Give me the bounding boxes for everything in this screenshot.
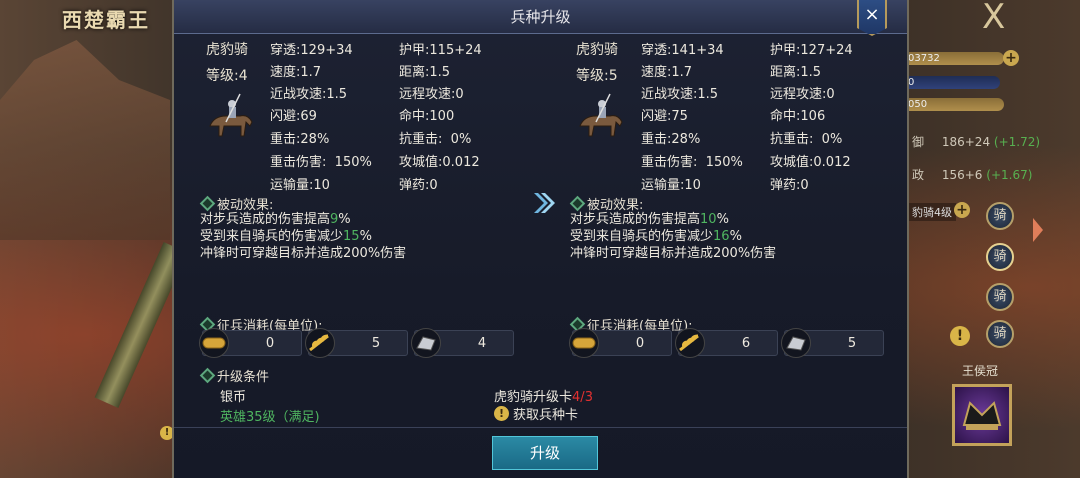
add-icon[interactable]: +	[1003, 50, 1019, 66]
cavalry-slot-icon[interactable]: 骑	[986, 243, 1014, 271]
stat-transport: 运输量:10	[270, 178, 330, 193]
gold-ingot-icon	[569, 328, 599, 358]
dialog-title: 兵种升级	[174, 0, 907, 34]
stat-penetration: 穿透:141+34	[641, 43, 724, 58]
cavalry-slot-icon[interactable]: 骑	[986, 320, 1014, 348]
diamond-bullet-icon	[569, 195, 586, 212]
wheat-icon	[305, 328, 335, 358]
warning-icon[interactable]: !	[950, 326, 970, 346]
condition-silver: 银币	[220, 390, 247, 405]
get-troop-card-link[interactable]: ! 获取兵种卡	[494, 404, 578, 423]
hero-stat-politics: 政 156+6 (+1.67)	[912, 168, 1033, 182]
iron-icon	[781, 328, 811, 358]
stat-hit: 命中:100	[399, 109, 455, 124]
stat-armor: 护甲:127+24	[770, 43, 853, 58]
stat-dodge: 闪避:69	[270, 109, 317, 124]
next-level-column: 虎豹骑 等级:5 穿透:141+34 护甲:127+24 速度:1.7 距离:1…	[544, 34, 911, 427]
stat-crit-resist: 抗重击: 0%	[399, 132, 472, 147]
iron-icon	[411, 328, 441, 358]
stat-speed: 速度:1.7	[270, 65, 322, 80]
upgrade-card-count: 虎豹骑升级卡4/3	[494, 390, 593, 405]
stat-hit: 命中:106	[770, 109, 826, 124]
cavalry-slot-icon[interactable]: 骑	[986, 283, 1014, 311]
passive-effects: 对步兵造成的伤害提高10% 受到来自骑兵的伤害减少16% 冲锋时可穿越目标并造成…	[570, 212, 777, 261]
condition-hero-level: 英雄35级（满足)	[220, 410, 320, 425]
cost-iron: 5	[781, 328, 884, 358]
stat-crit: 重击:28%	[641, 132, 701, 147]
wheat-icon	[675, 328, 705, 358]
cost-food: 5	[305, 328, 408, 358]
cost-gold: 0	[569, 328, 672, 358]
upgrade-condition-title: 升级条件	[199, 366, 269, 385]
diamond-bullet-icon	[199, 367, 216, 384]
stat-crit-damage: 重击伤害: 150%	[641, 155, 743, 170]
unit-level: 等级:4	[206, 68, 248, 84]
stat-penetration: 穿透:129+34	[270, 43, 353, 58]
cavalry-unit-icon	[579, 93, 623, 137]
stat-range: 距离:1.5	[399, 65, 451, 80]
stat-ranged-speed: 远程攻速:0	[770, 87, 835, 102]
passive-effects: 对步兵造成的伤害提高9% 受到来自骑兵的伤害减少15% 冲锋时可穿越目标并造成2…	[200, 212, 407, 261]
next-arrow-icon[interactable]	[1033, 218, 1043, 242]
hero-stat-defense: 御 186+24 (+1.72)	[912, 135, 1041, 149]
warning-icon: !	[494, 406, 509, 421]
footer-divider	[174, 427, 907, 428]
cost-gold: 0	[199, 328, 302, 358]
crown-equipment-icon[interactable]	[952, 384, 1012, 446]
stat-crit-damage: 重击伤害: 150%	[270, 155, 372, 170]
stat-crit-resist: 抗重击: 0%	[770, 132, 843, 147]
hero-title: 西楚霸王	[62, 8, 150, 32]
gold-ingot-icon	[199, 328, 229, 358]
stat-ammo: 弹药:0	[770, 178, 809, 193]
stat-crit: 重击:28%	[270, 132, 330, 147]
unit-name: 虎豹骑	[206, 42, 248, 58]
cost-food: 6	[675, 328, 778, 358]
equipment-name: 王侯冠	[962, 364, 999, 378]
cost-iron: 4	[411, 328, 514, 358]
stat-armor: 护甲:115+24	[399, 43, 482, 58]
resource-bar: 0	[904, 76, 1000, 89]
diamond-bullet-icon	[199, 195, 216, 212]
add-troop-icon[interactable]: +	[954, 202, 970, 218]
unit-name: 虎豹骑	[576, 42, 618, 58]
stat-speed: 速度:1.7	[641, 65, 693, 80]
cavalry-unit-icon	[209, 93, 253, 137]
upgrade-button[interactable]: 升级	[492, 436, 598, 470]
stat-melee-speed: 近战攻速:1.5	[641, 87, 719, 102]
resource-bar: 050	[904, 98, 1004, 111]
stat-ammo: 弹药:0	[399, 178, 438, 193]
cavalry-slot-icon[interactable]: 骑	[986, 202, 1014, 230]
stat-range: 距离:1.5	[770, 65, 822, 80]
upgrade-dialog: 兵种升级 × 虎豹骑 等级:4 穿透:129+34 护甲:115+24 速度:1…	[172, 0, 909, 478]
stat-transport: 运输量:10	[641, 178, 701, 193]
stat-ranged-speed: 远程攻速:0	[399, 87, 464, 102]
background-close-icon[interactable]: X	[982, 0, 1005, 34]
troop-level-label: 豹骑4级	[908, 203, 956, 221]
unit-level: 等级:5	[576, 68, 618, 84]
stat-siege: 攻城值:0.012	[770, 155, 851, 170]
stat-dodge: 闪避:75	[641, 109, 688, 124]
stat-siege: 攻城值:0.012	[399, 155, 480, 170]
resource-bar: 03732	[904, 52, 1004, 65]
city-wall-art	[0, 40, 170, 240]
stat-melee-speed: 近战攻速:1.5	[270, 87, 348, 102]
current-level-column: 虎豹骑 等级:4 穿透:129+34 护甲:115+24 速度:1.7 距离:1…	[174, 34, 542, 427]
